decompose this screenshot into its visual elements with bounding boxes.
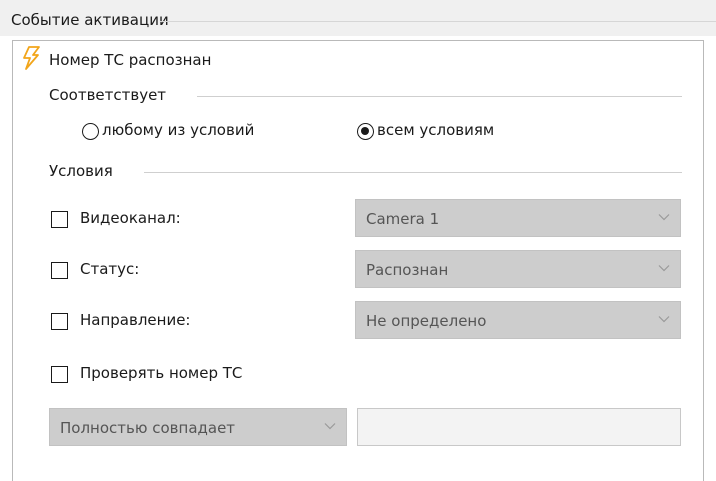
direction-value: Не определено — [366, 312, 487, 330]
check-plate-label[interactable]: Проверять номер ТС — [80, 364, 242, 382]
conditions-group-label: Условия — [49, 162, 113, 180]
match-divider — [197, 96, 682, 97]
checkbox-video-channel[interactable] — [51, 211, 68, 228]
radio-all-conditions-label[interactable]: всем условиям — [377, 121, 494, 139]
conditions-divider — [144, 172, 682, 173]
lightning-icon — [23, 46, 40, 70]
radio-all-conditions[interactable] — [357, 123, 374, 140]
status-label[interactable]: Статус: — [80, 260, 139, 278]
video-channel-select[interactable]: Camera 1 — [355, 199, 681, 237]
checkbox-status[interactable] — [51, 262, 68, 279]
checkbox-check-plate[interactable] — [51, 366, 68, 383]
radio-any-condition[interactable] — [82, 123, 99, 140]
plate-number-input[interactable] — [357, 408, 681, 446]
direction-label[interactable]: Направление: — [80, 311, 191, 329]
status-value: Распознан — [366, 261, 449, 279]
header-divider — [160, 21, 716, 22]
match-mode-select[interactable]: Полностью совпадает — [49, 408, 347, 446]
section-header: Событие активации — [0, 0, 716, 36]
chevron-down-icon — [658, 316, 670, 323]
video-channel-value: Camera 1 — [366, 210, 440, 228]
event-label: Номер ТС распознан — [49, 51, 212, 69]
video-channel-label[interactable]: Видеоканал: — [80, 209, 181, 227]
match-group-label: Соответствует — [49, 86, 167, 104]
radio-any-condition-label[interactable]: любому из условий — [102, 121, 254, 139]
chevron-down-icon — [324, 423, 336, 430]
checkbox-direction[interactable] — [51, 313, 68, 330]
direction-select[interactable]: Не определено — [355, 301, 681, 339]
section-title: Событие активации — [11, 11, 169, 29]
chevron-down-icon — [658, 214, 670, 221]
chevron-down-icon — [658, 265, 670, 272]
status-select[interactable]: Распознан — [355, 250, 681, 288]
match-mode-value: Полностью совпадает — [60, 419, 236, 437]
